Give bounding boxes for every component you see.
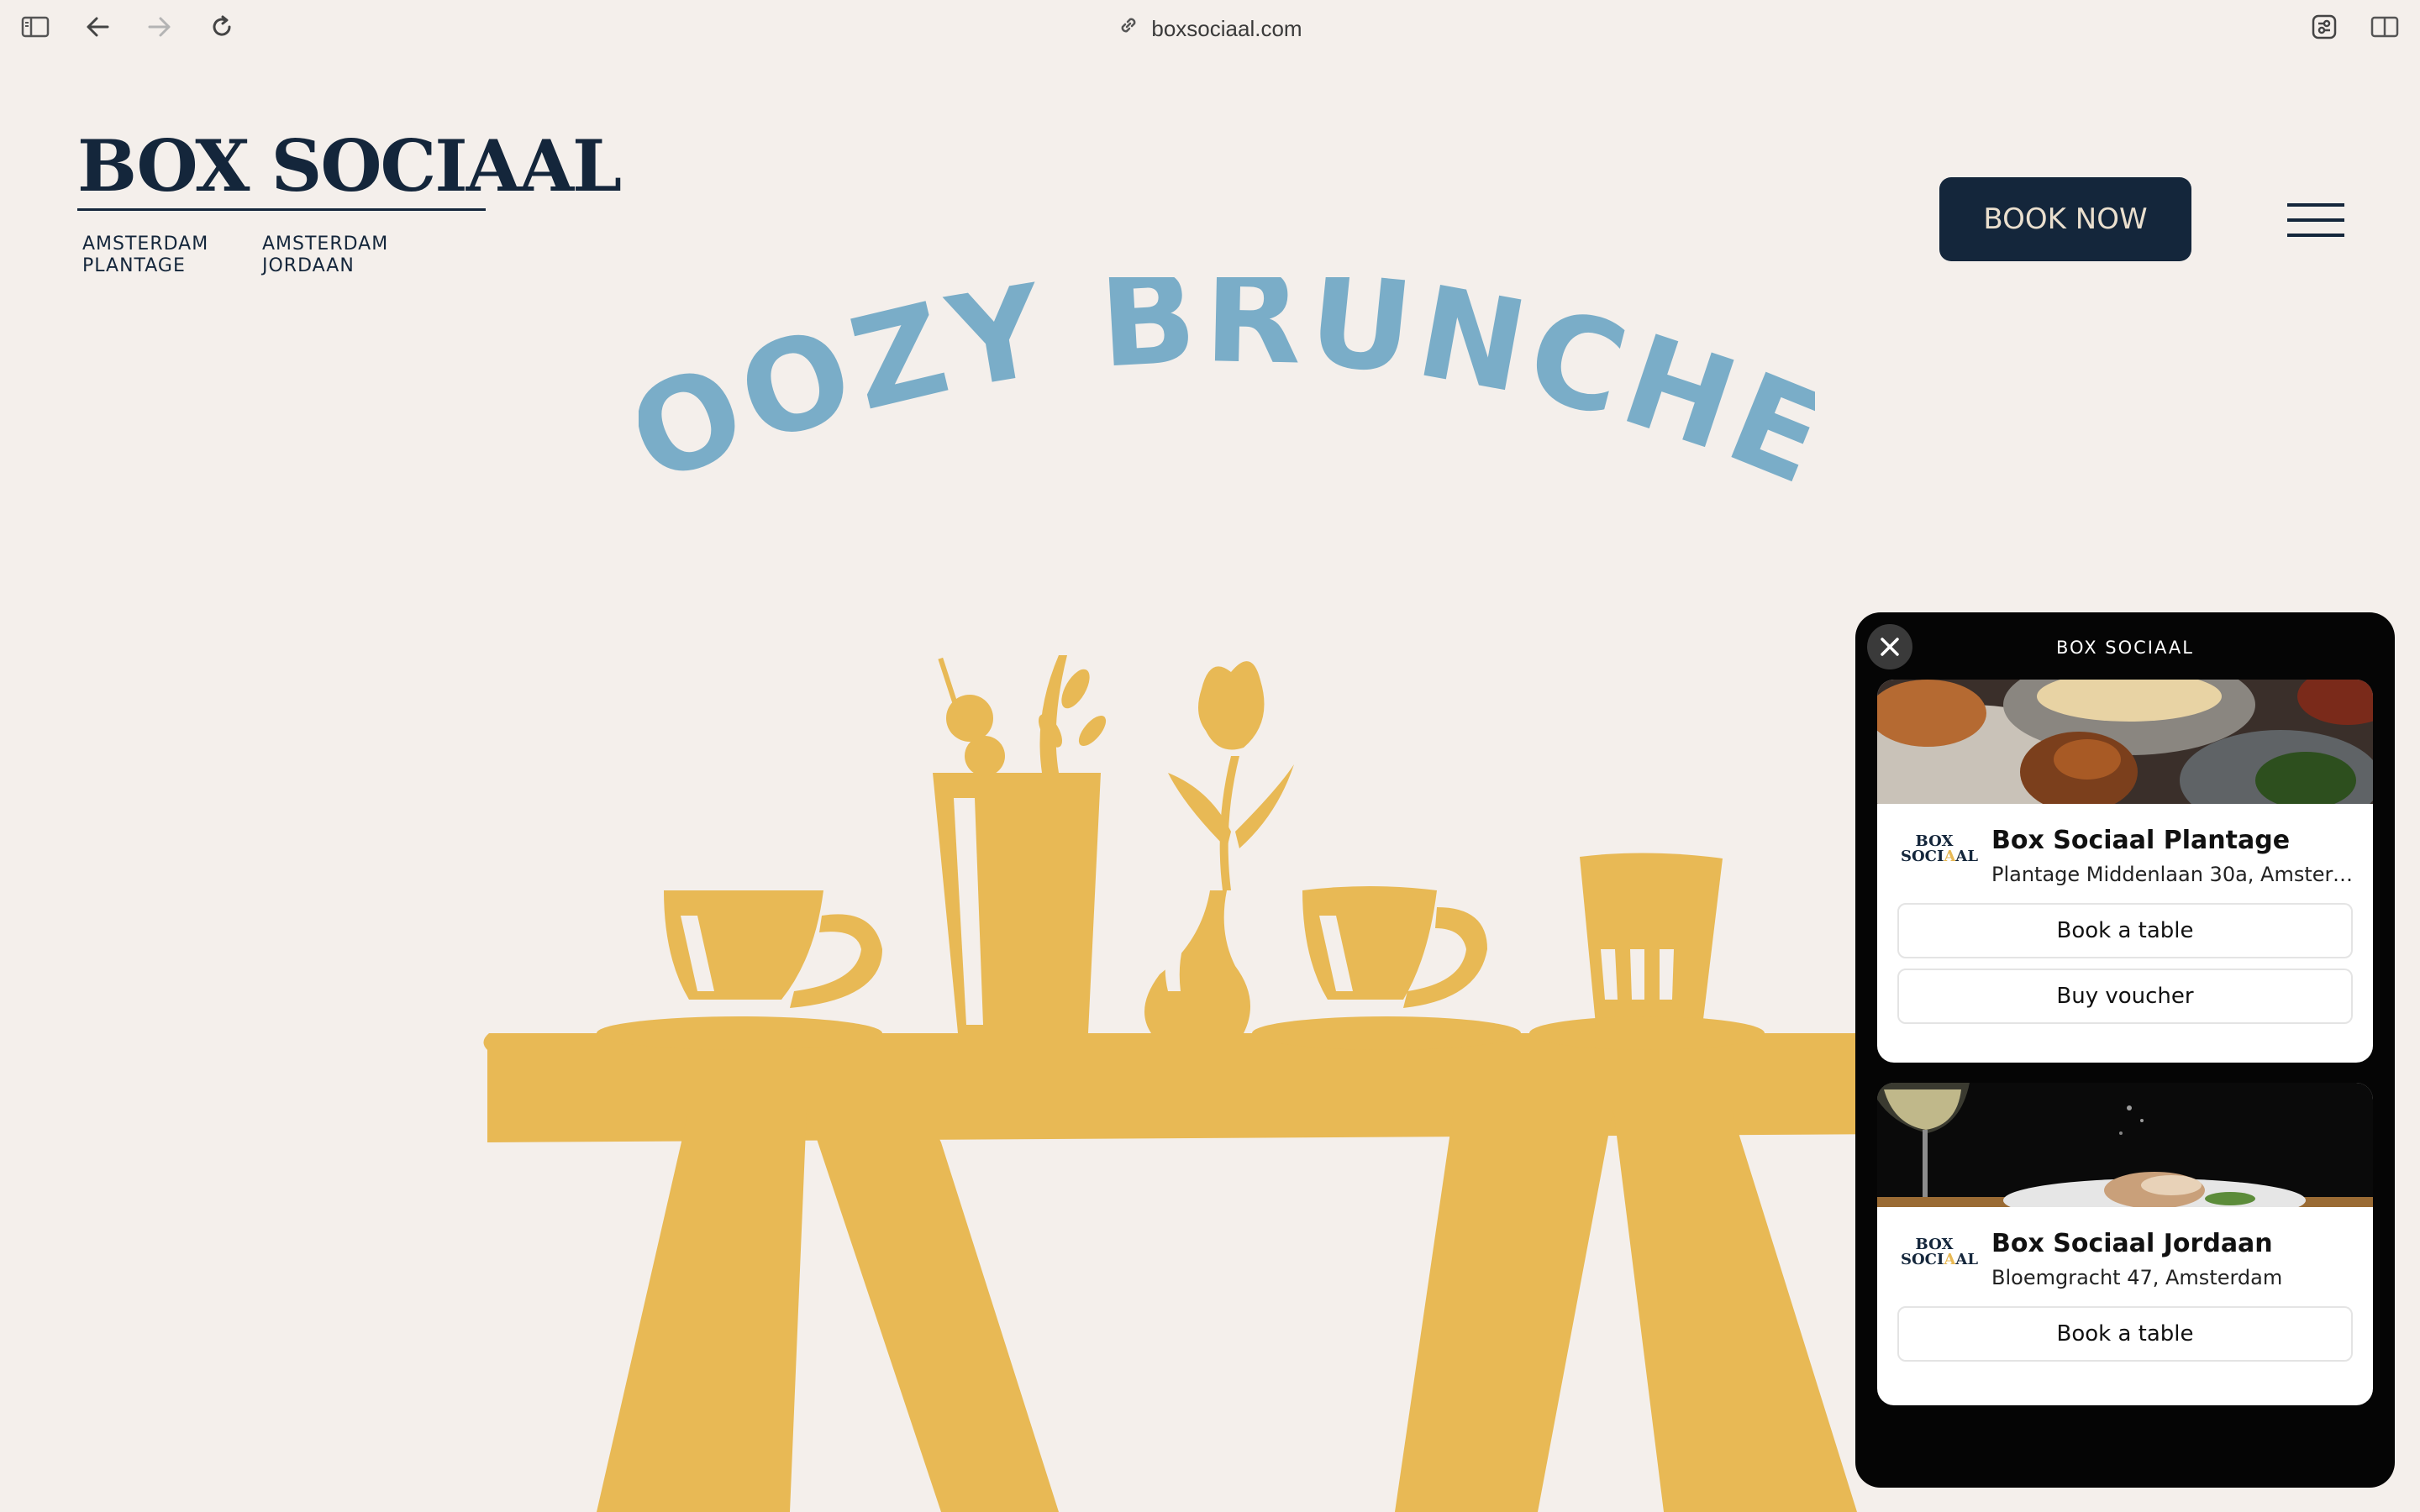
buy-voucher-button[interactable]: Buy voucher	[1897, 969, 2353, 1024]
book-now-button[interactable]: BOOK NOW	[1939, 177, 2191, 261]
hamburger-icon[interactable]	[2287, 203, 2344, 237]
hero-headline: BOOZY BRUNCHES	[639, 277, 1815, 496]
site-logo[interactable]: BOX SOCIAAL	[77, 124, 622, 211]
brunch-table-illustration	[483, 655, 1899, 1512]
url-text: boxsociaal.com	[1151, 16, 1302, 42]
venue-name: Box Sociaal Jordaan	[1991, 1229, 2273, 1258]
extension-icon[interactable]	[2306, 10, 2343, 44]
book-table-button[interactable]: Book a table	[1897, 1306, 2353, 1362]
venue-name: Box Sociaal Plantage	[1991, 826, 2291, 855]
venue-card-jordaan: BOX SOCIAAL Box Sociaal Jordaan Bloemgrac…	[1877, 1083, 2373, 1405]
venue-logo: BOX SOCIAAL	[1901, 1236, 1979, 1268]
svg-text:BOOZY BRUNCHES: BOOZY BRUNCHES	[639, 277, 1815, 496]
split-view-icon[interactable]	[2366, 10, 2403, 44]
location-link-jordaan[interactable]: AMSTERDAM JORDAAN	[262, 234, 388, 277]
browser-toolbar: boxsociaal.com	[0, 0, 2420, 55]
logo-text: BOX SOCIAAL	[77, 124, 622, 207]
widget-title: BOX SOCIAAL	[2055, 638, 2195, 658]
address-bar[interactable]: boxsociaal.com	[0, 12, 2420, 42]
book-table-button[interactable]: Book a table	[1897, 903, 2353, 958]
location-link-plantage[interactable]: AMSTERDAM PLANTAGE	[82, 234, 208, 277]
booking-widget: BOX SOCIAAL BOX SOCIAAL Box Sociaal Plant…	[1855, 612, 2395, 1488]
venue-info: BOX SOCIAAL Box Sociaal Jordaan Bloemgrac…	[1877, 1207, 2373, 1306]
venue-address: Bloemgracht 47, Amsterdam	[1991, 1266, 2283, 1289]
venue-card-plantage: BOX SOCIAAL Box Sociaal Plantage Plantage…	[1877, 680, 2373, 1063]
headline-text: BOOZY BRUNCHES	[639, 277, 1815, 496]
link-icon	[1118, 13, 1139, 44]
venue-info: BOX SOCIAAL Box Sociaal Plantage Plantage…	[1877, 804, 2373, 903]
food-photo	[1877, 1083, 2373, 1207]
logo-underline	[77, 208, 486, 211]
venue-logo: BOX SOCIAAL	[1901, 832, 1979, 865]
food-photo	[1877, 680, 2373, 804]
venue-address: Plantage Middenlaan 30a, Amsterdam	[1991, 863, 2358, 886]
